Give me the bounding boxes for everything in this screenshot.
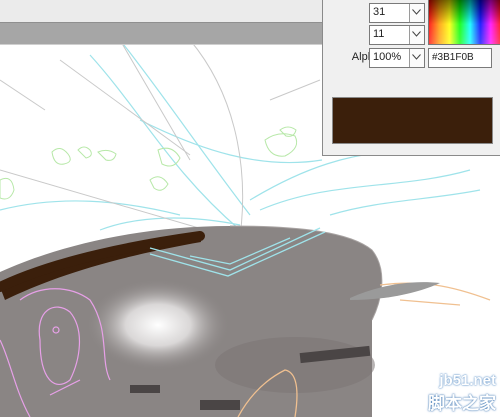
- blue-value: 11: [373, 28, 385, 40]
- blue-row: 蓝: 11: [323, 25, 500, 45]
- green-dropdown-button[interactable]: [409, 4, 424, 22]
- color-preview-swatch: [332, 97, 493, 144]
- watermark-url: jb51.net: [439, 372, 496, 389]
- alpha-value: 100%: [373, 51, 402, 63]
- alpha-dropdown-button[interactable]: [409, 49, 424, 67]
- document-tab-bar: [0, 22, 322, 45]
- hex-value: #3B1F0B: [432, 52, 474, 63]
- chevron-down-icon: [412, 9, 421, 15]
- highlight: [86, 279, 230, 371]
- green-row: 绿: 31: [323, 3, 500, 23]
- green-input[interactable]: 31: [369, 3, 425, 23]
- green-value: 31: [373, 6, 386, 18]
- chevron-down-icon: [412, 31, 421, 37]
- blue-input[interactable]: 11: [369, 25, 425, 45]
- blue-dropdown-button[interactable]: [409, 26, 424, 44]
- alpha-input[interactable]: 100%: [369, 48, 425, 68]
- toolbar-strip: [0, 0, 322, 22]
- chevron-down-icon: [412, 54, 421, 60]
- alpha-row: Alpha: 100% #3B1F0B: [323, 48, 500, 68]
- color-mixer-panel: 绿: 31 蓝: 11 Alpha: 100% #3B1F0B: [322, 0, 500, 156]
- watermark-site-name: 脚本之家: [428, 394, 496, 414]
- watermark: jb51.net 脚本之家: [428, 372, 496, 414]
- hex-input[interactable]: #3B1F0B: [428, 48, 492, 68]
